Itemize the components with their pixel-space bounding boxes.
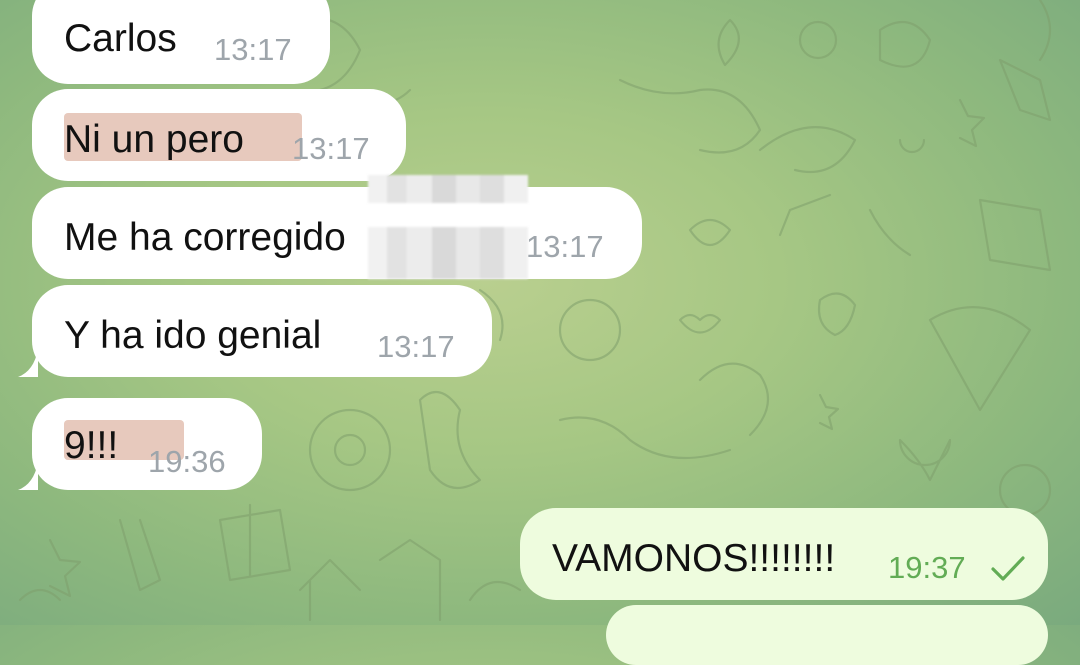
redacted-text — [368, 175, 528, 203]
message-time: 19:36 — [148, 444, 226, 479]
message-bubble-outgoing[interactable] — [606, 605, 1048, 665]
message-time: 13:17 — [214, 32, 292, 67]
message-text: Ni un pero — [64, 118, 244, 161]
message-bubble[interactable]: 9!!! 19:36 — [32, 398, 262, 490]
message-list[interactable]: Carlos 13:17 Ni un pero 13:17 Me ha corr… — [0, 0, 1080, 665]
message-time: 19:37 — [888, 550, 966, 585]
bubble-tail — [18, 462, 38, 490]
message-text: Carlos — [64, 17, 177, 60]
message-text: Me ha corregido — [64, 216, 346, 259]
message-time: 13:17 — [292, 131, 370, 166]
message-bubble[interactable]: Carlos 13:17 — [32, 0, 330, 84]
message-bubble-outgoing[interactable]: VAMONOS!!!!!!!! 19:37 — [520, 508, 1048, 600]
message-text: VAMONOS!!!!!!!! — [552, 537, 836, 580]
message-text: 9!!! — [64, 424, 119, 467]
message-bubble[interactable]: Me ha corregido 13:17 — [32, 175, 642, 279]
message-time: 13:17 — [377, 329, 455, 364]
message-text: Y ha ido genial — [64, 314, 322, 357]
message-time: 13:17 — [526, 229, 604, 264]
message-bubble[interactable]: Ni un pero 13:17 — [32, 89, 406, 181]
message-bubble[interactable]: Y ha ido genial 13:17 — [32, 285, 492, 377]
check-icon — [991, 556, 1025, 581]
redacted-text — [368, 227, 528, 279]
bubble-tail — [18, 349, 38, 377]
